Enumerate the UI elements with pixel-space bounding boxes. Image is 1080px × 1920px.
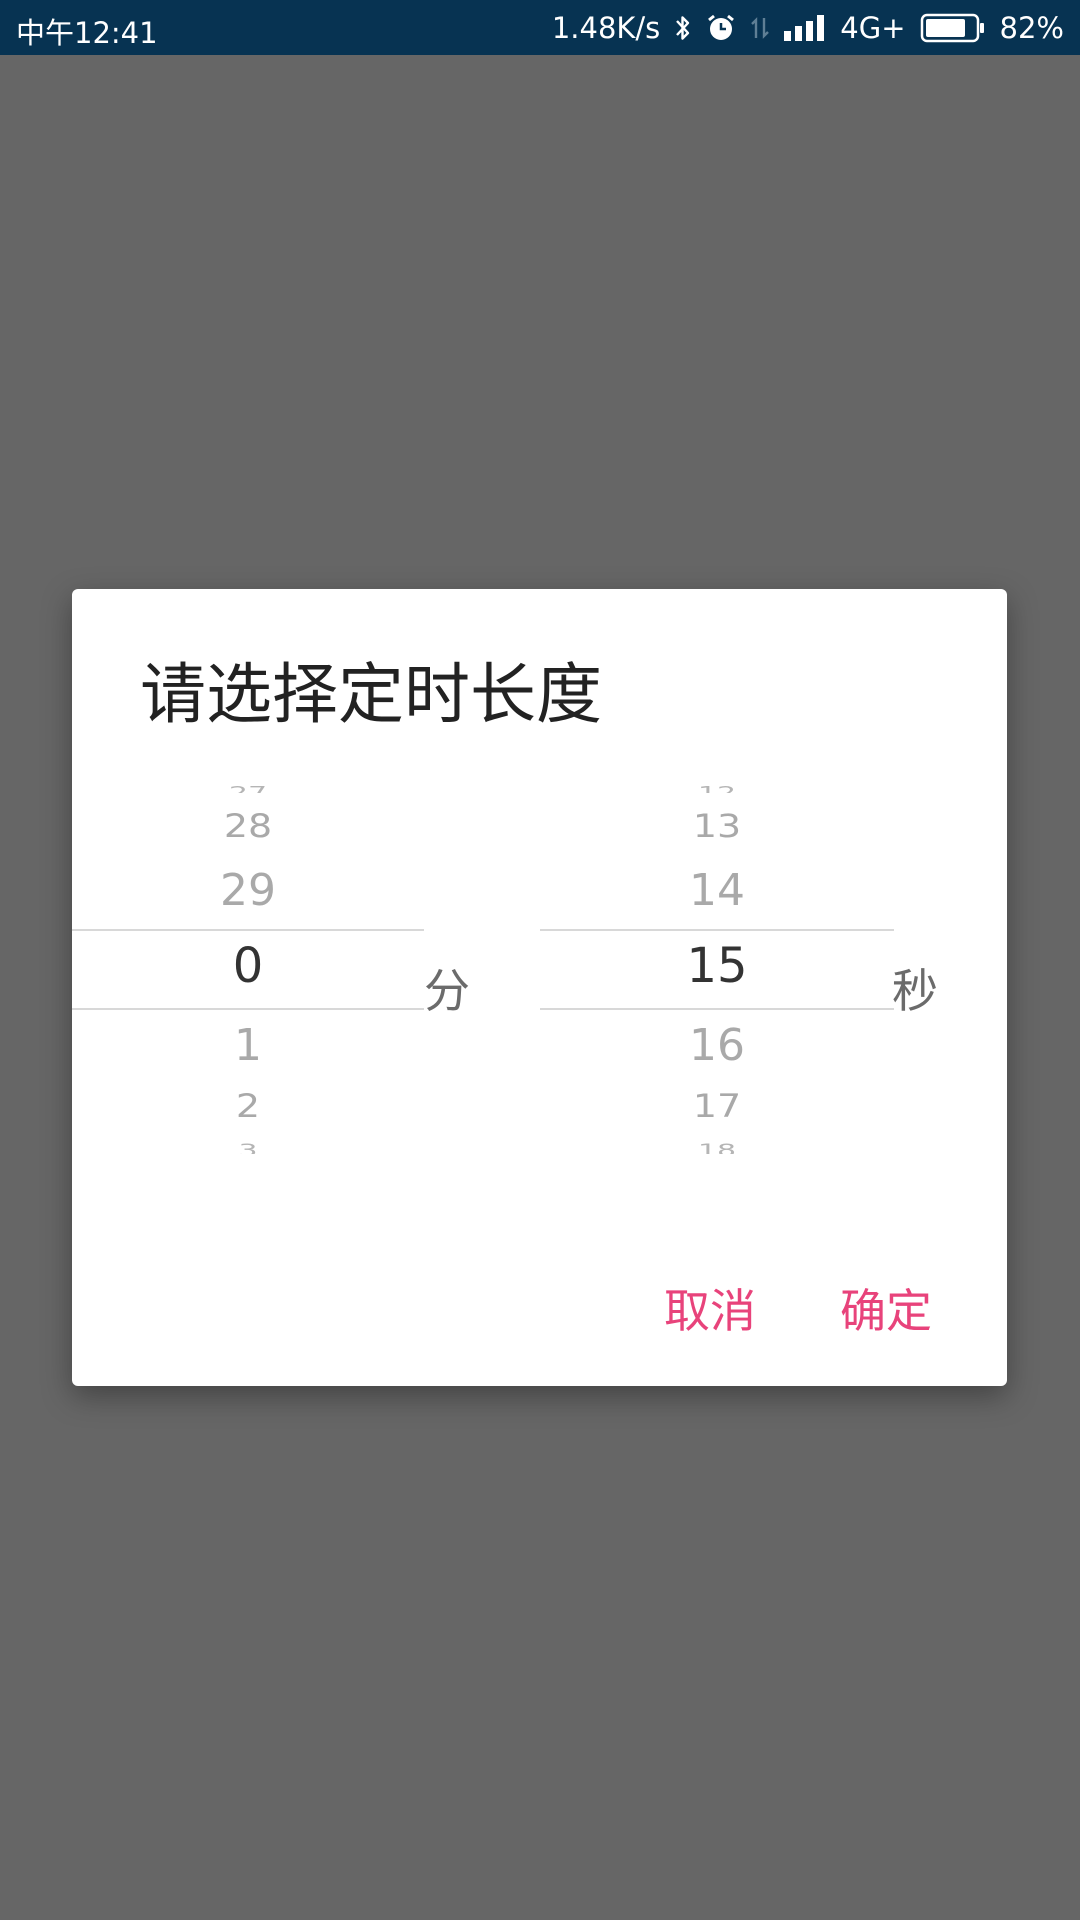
status-bar: 中午12:41 1.48K/s 4G+ 82% <box>0 0 1080 55</box>
status-icons: 1.48K/s 4G+ 82% <box>552 0 1064 55</box>
minute-option[interactable]: 27 <box>72 785 424 793</box>
second-option[interactable]: 18 <box>540 1143 894 1154</box>
network-type: 4G+ <box>840 10 906 45</box>
second-option[interactable]: 14 <box>540 869 894 913</box>
bluetooth-icon <box>674 14 692 42</box>
selection-line-top <box>72 929 424 931</box>
selection-line-bottom <box>72 1008 424 1010</box>
second-option[interactable]: 13 <box>540 810 894 842</box>
dialog-title: 请选择定时长度 <box>140 656 602 733</box>
minute-option[interactable]: 29 <box>72 869 424 913</box>
minutes-picker[interactable]: 27 28 29 0 1 2 3 <box>72 779 424 1179</box>
data-transfer-icon <box>750 14 770 42</box>
minute-option[interactable]: 2 <box>72 1090 424 1122</box>
battery-icon <box>920 13 986 43</box>
net-speed: 1.48K/s <box>551 10 661 45</box>
alarm-icon <box>706 13 736 43</box>
second-selected[interactable]: 15 <box>540 942 894 990</box>
second-option[interactable]: 16 <box>540 1024 894 1068</box>
minute-option[interactable]: 28 <box>72 810 424 842</box>
minute-selected[interactable]: 0 <box>72 942 424 990</box>
selection-line-top <box>540 929 894 931</box>
second-option[interactable]: 12 <box>540 785 894 793</box>
status-time: 中午12:41 <box>16 16 158 50</box>
second-option[interactable]: 17 <box>540 1090 894 1122</box>
seconds-unit-label: 秒 <box>892 964 938 1018</box>
timer-length-dialog: 请选择定时长度 27 28 29 0 1 2 3 分 12 13 14 15 1… <box>72 589 1007 1386</box>
minute-option[interactable]: 1 <box>72 1024 424 1068</box>
battery-percent: 82% <box>999 10 1064 45</box>
confirm-button[interactable]: 确定 <box>840 1275 932 1341</box>
selection-line-bottom <box>540 1008 894 1010</box>
signal-icon <box>784 14 826 41</box>
minute-option[interactable]: 3 <box>72 1143 424 1154</box>
cancel-button[interactable]: 取消 <box>664 1275 756 1341</box>
minutes-unit-label: 分 <box>424 964 470 1018</box>
